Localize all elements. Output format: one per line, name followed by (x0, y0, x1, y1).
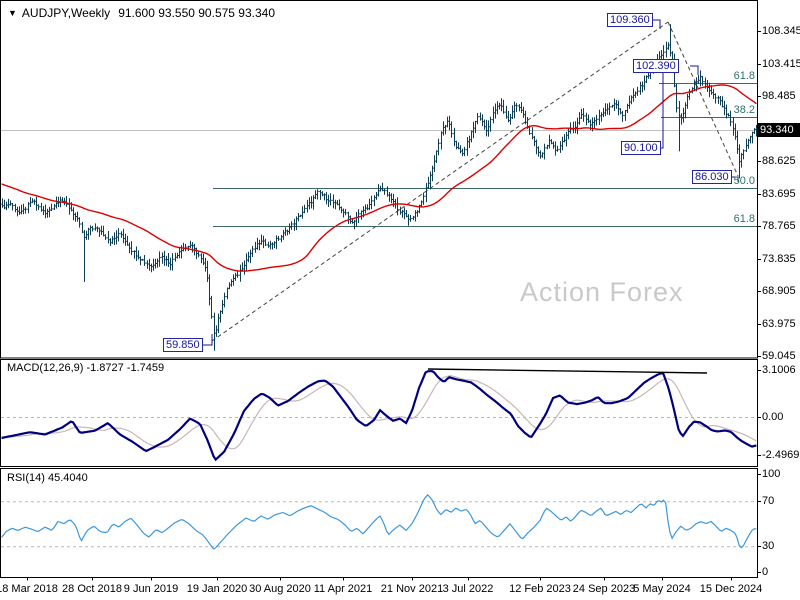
price-annotation[interactable]: 86.030 (692, 170, 732, 184)
price-axis-label: 78.765 (762, 220, 796, 232)
date-axis-label: 9 Jun 2019 (123, 583, 179, 595)
macd-axis-label: 0.00 (762, 411, 784, 423)
price-annotation[interactable]: 102.390 (633, 59, 679, 73)
date-axis-label: 21 Nov 2021 (380, 583, 444, 595)
rsi-axis-label: 30 (762, 540, 775, 552)
watermark: Action Forex (520, 277, 684, 307)
date-axis-label: 30 Aug 2020 (249, 583, 311, 595)
rsi-label: RSI(14) 45.4040 (7, 472, 88, 484)
trading-chart-window: ▼ AUDJPY,Weekly 91.600 93.550 90.575 93.34… (0, 0, 800, 600)
price-axis-label: 108.345 (762, 25, 800, 37)
price-axis-label: 73.835 (762, 253, 796, 265)
date-axis-label: 15 Dec 2024 (699, 583, 763, 595)
date-axis-label: 11 Apr 2021 (313, 583, 373, 595)
ohlc-values: 91.600 93.550 90.575 93.340 (118, 6, 276, 20)
price-axis-label: 63.975 (762, 318, 796, 330)
price-axis-label: 103.415 (762, 58, 800, 70)
symbol-title: AUDJPY,Weekly (21, 6, 111, 20)
fib-level-label: 61.8 (733, 213, 755, 225)
price-annotation[interactable]: 109.360 (607, 13, 653, 27)
fib-level-label: 61.8 (733, 70, 755, 82)
date-axis-label: 5 May 2024 (633, 583, 691, 595)
date-axis-label: 18 Mar 2018 (0, 583, 58, 595)
price-axis-label: 68.905 (762, 285, 796, 297)
price-annotation[interactable]: 59.850 (163, 338, 203, 352)
price-axis-label: 88.625 (762, 155, 796, 167)
date-axis-label: 28 Oct 2018 (62, 583, 122, 595)
symbol-dropdown-icon[interactable]: ▼ (8, 8, 17, 18)
price-axis-label: 98.485 (762, 90, 796, 102)
macd-label: MACD(12,26,9) -1.8727 -1.7459 (7, 362, 165, 374)
rsi-axis-label: 0 (762, 566, 769, 578)
date-axis-label: 24 Sep 2023 (572, 583, 636, 595)
chart-header: ▼ AUDJPY,Weekly 91.600 93.550 90.575 93.34… (8, 6, 275, 20)
rsi-axis-label: 100 (762, 468, 781, 480)
macd-axis-label: -2.4969 (762, 449, 800, 461)
price-annotation[interactable]: 90.100 (621, 141, 661, 155)
price-axis-label: 83.695 (762, 188, 796, 200)
fib-level-label: 50.0 (733, 175, 755, 187)
fib-level-label: 38.2 (733, 104, 755, 116)
rsi-axis-label: 70 (762, 495, 775, 507)
date-axis-label: 12 Feb 2023 (509, 583, 571, 595)
date-axis-label: 3 Jul 2022 (442, 583, 494, 595)
macd-axis-label: 3.1006 (762, 364, 796, 376)
current-price-tag: 93.340 (758, 123, 800, 137)
date-axis-label: 19 Jan 2020 (186, 583, 248, 595)
price-axis-label: 59.045 (762, 350, 796, 362)
